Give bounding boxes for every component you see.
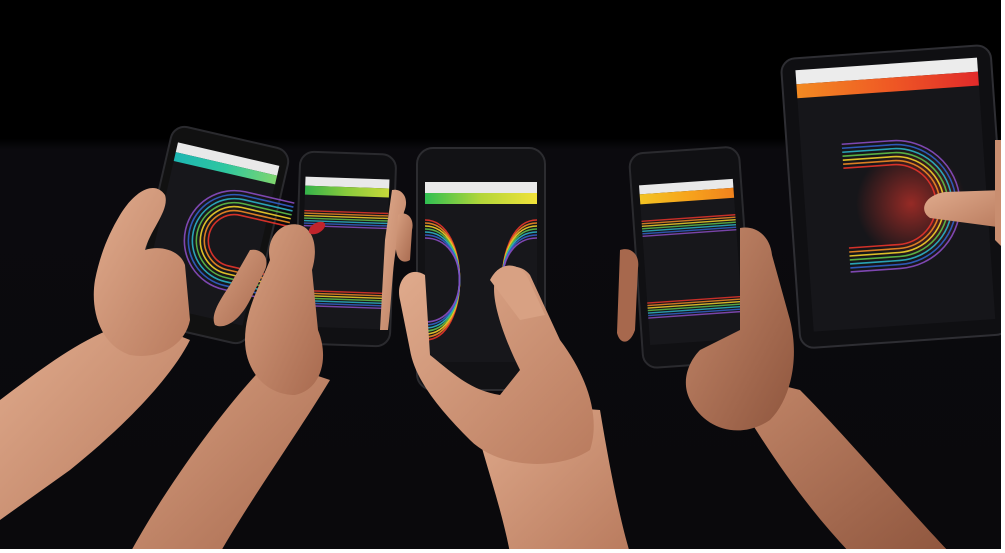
phone-3-color-bar	[425, 193, 537, 204]
frame-edge-right	[1001, 0, 1005, 553]
scene-photo	[0, 0, 1005, 553]
phone-4-screen	[639, 178, 744, 345]
frame-edge-bottom	[0, 549, 1005, 553]
phone-3-address-bar	[425, 182, 537, 193]
hand-3-left-fingers	[395, 213, 413, 262]
